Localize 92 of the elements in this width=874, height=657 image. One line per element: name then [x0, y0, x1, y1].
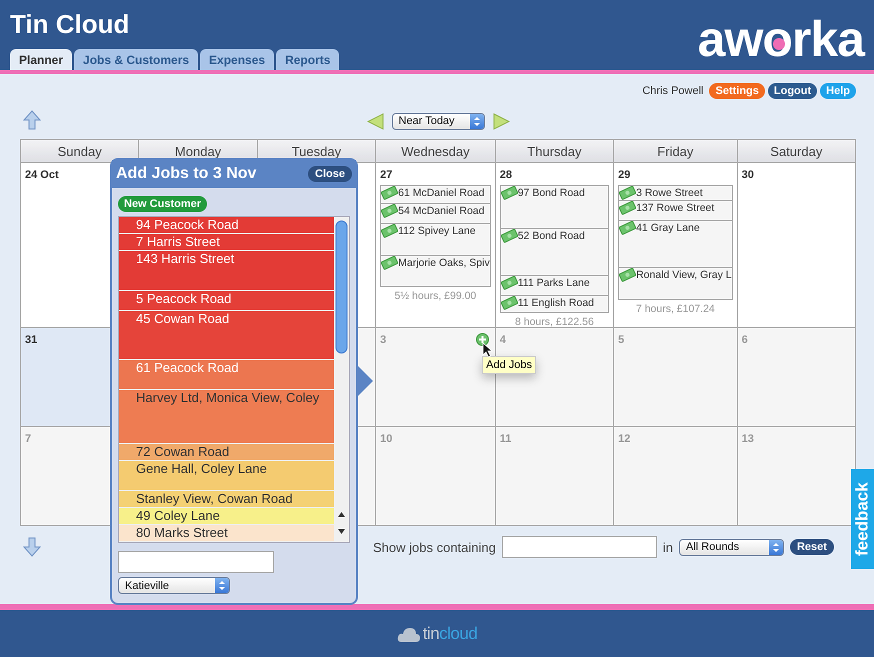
job-entry[interactable]: 11 English Road — [500, 296, 608, 312]
dot-icon — [772, 38, 785, 50]
job-entry[interactable]: 54 McDaniel Road — [381, 204, 490, 224]
day-summary: 8 hours, £122.56 — [515, 316, 594, 328]
day-cell[interactable]: 27 61 McDaniel Road 54 McDaniel Road 112 Spivey Lane Marjorie Oaks, Spiv 5½ hours, £99.00 — [376, 163, 495, 327]
add-icon[interactable] — [476, 333, 489, 346]
stepper-icon — [470, 114, 484, 128]
cash-icon — [500, 276, 518, 290]
rounds-select[interactable]: All Rounds — [678, 538, 784, 556]
day-cell[interactable]: 30 — [738, 163, 855, 327]
day-cell[interactable]: 29 3 Rowe Street 137 Rowe Street 41 Gray Lane Ronald View, Gray L 7 hours, £107.24 — [614, 163, 737, 327]
customer-search-input[interactable] — [118, 551, 274, 573]
day-number: 24 Oct — [25, 169, 59, 181]
customer-item[interactable]: 5 Peacock Road — [119, 291, 334, 311]
job-entry[interactable]: 52 Bond Road — [500, 229, 608, 276]
nav-tab[interactable]: Expenses — [200, 49, 274, 70]
customer-item[interactable]: 49 Coley Lane — [119, 508, 334, 525]
range-select[interactable]: Near Today — [392, 112, 484, 130]
day-number: 28 — [500, 169, 512, 181]
customer-item[interactable]: 80 Marks Street — [119, 525, 334, 542]
logo: aworka — [698, 14, 864, 69]
user-name: Chris Powell — [642, 85, 704, 97]
nav-tab[interactable]: Jobs & Customers — [74, 49, 198, 70]
job-entry[interactable]: 111 Parks Lane — [500, 276, 608, 296]
customer-item[interactable]: 143 Harris Street — [119, 251, 334, 291]
day-number: 13 — [742, 433, 754, 445]
cash-icon — [619, 186, 636, 200]
scrollbar[interactable] — [334, 217, 349, 542]
tooltip: Add Jobs — [482, 356, 536, 374]
job-entry[interactable]: Marjorie Oaks, Spiv — [381, 256, 490, 286]
cash-icon — [500, 229, 518, 243]
day-number: 10 — [380, 433, 392, 445]
customer-item[interactable]: 72 Cowan Road — [119, 444, 334, 461]
day-number: 3 — [380, 334, 386, 346]
customer-item[interactable]: Stanley View, Cowan Road — [119, 491, 334, 508]
day-number: 6 — [742, 334, 748, 346]
customer-item[interactable]: 7 Harris Street — [119, 234, 334, 251]
day-number: 29 — [618, 169, 630, 181]
cash-icon — [619, 268, 636, 282]
previous-icon[interactable] — [366, 112, 384, 130]
day-number: 7 — [25, 433, 32, 445]
day-number: 12 — [618, 433, 630, 445]
customer-item[interactable]: 94 Peacock Road — [119, 217, 334, 234]
job-entry[interactable]: 112 Spivey Lane — [381, 224, 490, 256]
day-number: 31 — [25, 334, 38, 346]
day-number: 30 — [742, 169, 754, 181]
filter-input[interactable] — [502, 536, 657, 558]
customer-item[interactable]: Gene Hall, Coley Lane — [119, 461, 334, 491]
nav-tab[interactable]: Reports — [276, 49, 340, 70]
job-entry[interactable]: 3 Rowe Street — [619, 186, 732, 201]
day-summary: 7 hours, £107.24 — [636, 303, 715, 315]
in-label: in — [662, 540, 673, 554]
cash-icon — [381, 204, 398, 218]
app-title: Tin Cloud — [10, 9, 130, 40]
next-icon[interactable] — [492, 112, 510, 130]
close-button[interactable]: Close — [308, 166, 352, 182]
cash-icon — [500, 186, 518, 200]
reset-button[interactable]: Reset — [790, 539, 834, 555]
cash-icon — [500, 296, 518, 310]
area-select[interactable]: Katieville — [118, 577, 230, 594]
customer-item[interactable]: Harvey Ltd, Monica View, Coley — [119, 390, 334, 444]
header-button[interactable]: Logout — [768, 83, 818, 99]
weekday-header: Friday — [614, 140, 737, 162]
weekday-header: Wednesday — [376, 140, 495, 162]
weekday-header: Saturday — [738, 140, 855, 162]
filter-label: Show jobs containing — [373, 540, 496, 554]
down-arrow-icon[interactable] — [23, 537, 41, 557]
job-entry[interactable]: 137 Rowe Street — [619, 201, 732, 221]
day-number: 11 — [500, 433, 512, 445]
job-entry[interactable]: 97 Bond Road — [500, 186, 608, 229]
job-entry[interactable]: 61 McDaniel Road — [381, 186, 490, 204]
weekday-header: Sunday — [21, 140, 138, 162]
stepper-icon — [215, 578, 229, 593]
day-number: 5 — [618, 334, 624, 346]
nav-tab[interactable]: Planner — [10, 49, 72, 70]
job-entry[interactable]: 41 Gray Lane — [619, 221, 732, 268]
cash-icon — [619, 201, 636, 215]
day-summary: 5½ hours, £99.00 — [394, 290, 476, 302]
weekday-header: Thursday — [496, 140, 614, 162]
job-entry[interactable]: Ronald View, Gray L — [619, 268, 732, 299]
footer-logo: tincloud — [422, 624, 478, 644]
stepper-icon — [768, 540, 783, 554]
cash-icon — [619, 221, 636, 235]
day-cell[interactable]: 28 97 Bond Road 52 Bond Road 111 Parks Lane 11 English Road 8 hours, £122.56 — [496, 163, 614, 327]
day-number: 27 — [380, 169, 392, 181]
cash-icon — [381, 224, 398, 238]
cash-icon — [381, 256, 398, 270]
new-customer-button[interactable]: New Customer — [118, 196, 208, 212]
cash-icon — [381, 186, 398, 200]
up-arrow-icon[interactable] — [23, 110, 41, 130]
day-number: 4 — [500, 334, 506, 346]
customer-item[interactable]: 45 Cowan Road — [119, 311, 334, 360]
